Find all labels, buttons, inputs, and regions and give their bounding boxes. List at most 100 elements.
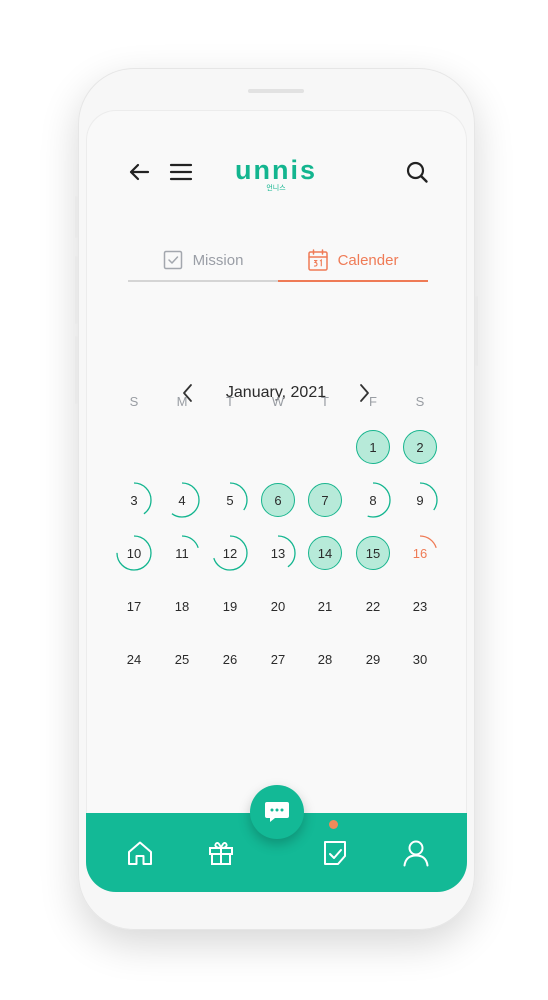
- logo-subtitle: 언니스: [266, 185, 286, 192]
- calendar-day[interactable]: 30: [403, 642, 437, 676]
- phone-side-button: [75, 196, 78, 238]
- calendar-day-number: 28: [317, 651, 333, 667]
- calendar-day[interactable]: 26: [213, 642, 247, 676]
- phone-speaker: [248, 89, 304, 93]
- calendar-day-number: 21: [317, 598, 333, 614]
- calendar-day[interactable]: 14: [308, 536, 342, 570]
- tab-calendar[interactable]: Calender: [278, 240, 428, 280]
- phone-frame: unnis 언니스 Mission Calender January, 2021…: [75, 68, 478, 930]
- calendar-day-number: 14: [317, 545, 333, 561]
- calendar-day-number: 1: [369, 439, 377, 455]
- search-icon: [406, 161, 428, 183]
- hamburger-menu-icon: [169, 163, 193, 181]
- calendar-day-number: 20: [270, 598, 286, 614]
- calendar-day[interactable]: 1: [356, 430, 390, 464]
- calendar-day[interactable]: 4: [164, 482, 200, 518]
- weekday-label: F: [369, 394, 377, 409]
- app-header: unnis 언니스: [86, 110, 467, 240]
- calendar-day-number: 4: [178, 492, 186, 508]
- calendar-day[interactable]: 24: [117, 642, 151, 676]
- calendar-day[interactable]: 12: [212, 535, 248, 571]
- calendar-day-number: 12: [222, 545, 238, 561]
- calendar-day-number: 25: [174, 651, 190, 667]
- checkbox-icon: [163, 250, 182, 270]
- app-logo: unnis 언니스: [226, 157, 326, 193]
- calendar-day[interactable]: 27: [261, 642, 295, 676]
- arrow-left-icon: [129, 163, 150, 181]
- calendar-day[interactable]: 10: [116, 535, 152, 571]
- calendar-day-number: 9: [416, 492, 424, 508]
- calendar-day-today[interactable]: 16: [402, 535, 438, 571]
- weekday-label: W: [271, 394, 285, 409]
- weekday-label: M: [176, 394, 188, 409]
- back-button[interactable]: [123, 156, 155, 188]
- phone-side-button: [475, 296, 478, 366]
- nav-gift[interactable]: [206, 838, 236, 868]
- calendar-day-number: 7: [321, 492, 329, 508]
- calendar-day[interactable]: 29: [356, 642, 390, 676]
- menu-button[interactable]: [165, 156, 197, 188]
- calendar-day[interactable]: 5: [212, 482, 248, 518]
- calendar-day[interactable]: 20: [261, 589, 295, 623]
- calendar-day[interactable]: 28: [308, 642, 342, 676]
- calendar-day-number: 8: [369, 492, 377, 508]
- calendar-day-number: 5: [226, 492, 234, 508]
- calendar-day-number: 27: [270, 651, 286, 667]
- calendar-day-number: 18: [174, 598, 190, 614]
- tab-mission-label: Mission: [192, 251, 244, 269]
- calendar-day-number: 3: [130, 492, 138, 508]
- phone-side-button: [75, 256, 78, 324]
- calendar-day-number: 26: [222, 651, 238, 667]
- weekday-label: S: [129, 394, 139, 409]
- nav-check[interactable]: [320, 838, 350, 868]
- calendar-day-number: 6: [274, 492, 282, 508]
- calendar-day[interactable]: 23: [403, 589, 437, 623]
- chat-bubble-icon: [265, 802, 289, 822]
- tab-calendar-label: Calender: [337, 251, 399, 269]
- weekday-label: T: [321, 394, 329, 409]
- calendar-day[interactable]: 2: [403, 430, 437, 464]
- tab-bar: Mission Calender: [128, 240, 428, 282]
- weekday-label: T: [226, 394, 234, 409]
- user-icon: [403, 840, 429, 867]
- calendar-day[interactable]: 21: [308, 589, 342, 623]
- weekday-label: S: [415, 394, 425, 409]
- calendar-day[interactable]: 25: [165, 642, 199, 676]
- logo-text: unnis: [235, 155, 317, 185]
- tab-mission[interactable]: Mission: [128, 240, 278, 280]
- calendar-day[interactable]: 8: [355, 482, 391, 518]
- calendar-day-number: 24: [126, 651, 142, 667]
- calendar-day-number: 22: [365, 598, 381, 614]
- calendar-day[interactable]: 11: [164, 535, 200, 571]
- gift-icon: [209, 842, 233, 865]
- calendar-day[interactable]: 3: [116, 482, 152, 518]
- calendar-day-number: 16: [412, 545, 428, 561]
- calendar-day-number: 15: [365, 545, 381, 561]
- chat-button[interactable]: [250, 785, 304, 839]
- calendar-day[interactable]: 18: [165, 589, 199, 623]
- search-button[interactable]: [401, 156, 433, 188]
- calendar-icon: [307, 249, 328, 271]
- check-note-icon: [324, 841, 346, 865]
- calendar-day[interactable]: 6: [261, 483, 295, 517]
- calendar-day-number: 23: [412, 598, 428, 614]
- home-icon: [128, 841, 152, 865]
- calendar-day[interactable]: 9: [402, 482, 438, 518]
- calendar-day-number: 29: [365, 651, 381, 667]
- calendar-day[interactable]: 7: [308, 483, 342, 517]
- app-screen: unnis 언니스 Mission Calender January, 2021…: [86, 110, 467, 892]
- calendar-day-number: 11: [175, 545, 189, 561]
- calendar-day[interactable]: 22: [356, 589, 390, 623]
- calendar-day-number: 17: [126, 598, 142, 614]
- nav-profile[interactable]: [401, 838, 431, 868]
- calendar-day[interactable]: 15: [356, 536, 390, 570]
- calendar-day-number: 30: [412, 651, 428, 667]
- notification-dot: [329, 820, 338, 829]
- calendar-day[interactable]: 19: [213, 589, 247, 623]
- calendar-day-number: 19: [222, 598, 238, 614]
- calendar-day[interactable]: 13: [260, 535, 296, 571]
- tab-active-indicator: [278, 280, 428, 282]
- nav-home[interactable]: [125, 838, 155, 868]
- calendar-day[interactable]: 17: [117, 589, 151, 623]
- calendar-day-number: 2: [416, 439, 424, 455]
